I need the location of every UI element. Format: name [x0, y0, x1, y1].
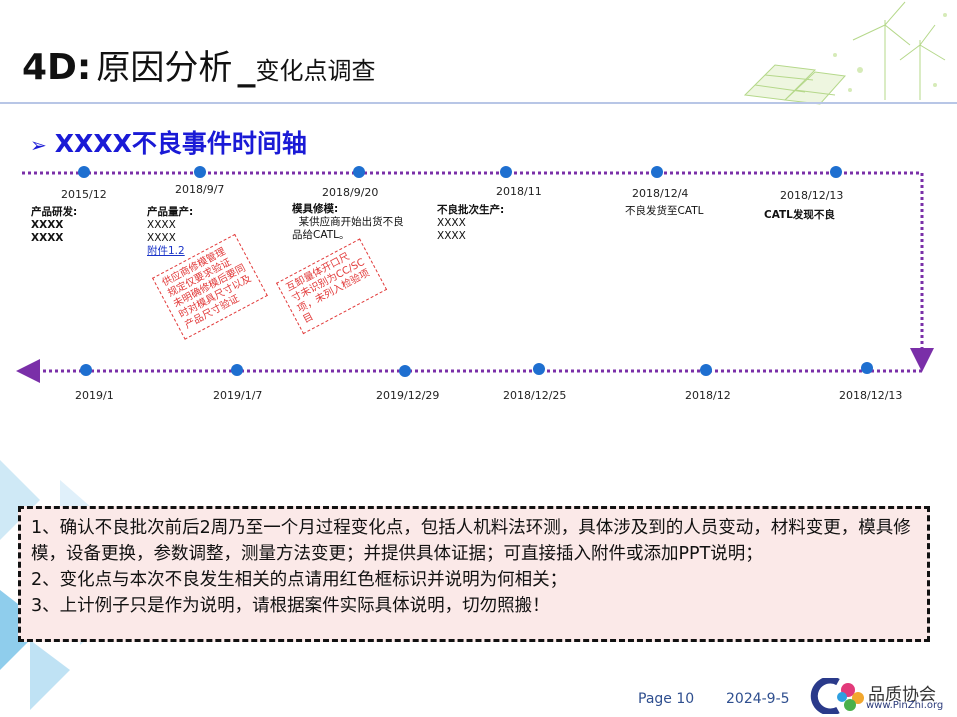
- timeline-dot: [533, 363, 545, 375]
- timeline-date: 2018/9/7: [175, 183, 225, 196]
- event-line: XXXX: [147, 219, 176, 231]
- event-line: XXXX: [437, 230, 466, 242]
- event-line: XXXX: [147, 232, 176, 244]
- timeline-event: CATL发现不良: [764, 209, 835, 222]
- logo-icon: [810, 678, 864, 714]
- footer-date: 2024-9-5: [726, 691, 790, 707]
- timeline-event: 产品量产: XXXX XXXX 附件1.2: [147, 206, 193, 258]
- event-line: 品给CATL。: [292, 229, 350, 241]
- timeline-dot: [78, 166, 90, 178]
- title-prefix: 4D:: [22, 47, 92, 88]
- timeline-event: 不良发货至CATL: [625, 205, 703, 218]
- event-heading: 不良批次生产:: [437, 204, 505, 216]
- note-item: 2、变化点与本次不良发生相关的点请用红色框标识并说明为何相关；: [31, 570, 568, 590]
- timeline-dot: [231, 364, 243, 376]
- timeline-event: 产品研发: XXXX XXXX: [31, 206, 77, 245]
- event-heading: 产品研发:: [31, 206, 78, 218]
- page-title: 4D: 原因分析 _变化点调查: [22, 40, 376, 89]
- timeline-dot: [500, 166, 512, 178]
- timeline-dot: [194, 166, 206, 178]
- title-separator: _: [237, 47, 256, 88]
- timeline-dot: [80, 364, 92, 376]
- solar-wind-illustration: [743, 1, 947, 105]
- timeline-date: 2018/12: [685, 389, 731, 402]
- event-text: 不良发货至CATL: [625, 205, 704, 217]
- timeline-dot: [399, 365, 411, 377]
- timeline-date: 2018/9/20: [322, 186, 379, 199]
- title-sub: 变化点调查: [255, 57, 376, 85]
- logo-url: www.PinZhi.org: [866, 700, 944, 711]
- timeline-date: 2018/12/4: [632, 187, 689, 200]
- instruction-notes: 1、确认不良批次前后2周乃至一个月过程变化点，包括人机料法环测，具体涉及到的人员…: [18, 506, 930, 642]
- timeline-dot: [651, 166, 663, 178]
- attachment-link[interactable]: 附件1.2: [147, 245, 193, 258]
- event-heading: 模具修模:: [292, 203, 339, 215]
- timeline-date: 2018/12/25: [503, 389, 567, 402]
- timeline-date: 2019/12/29: [376, 389, 440, 402]
- timeline-date: 2015/12: [61, 188, 107, 201]
- timeline-event: 模具修模: 某供应商开始出货不良 品给CATL。: [292, 203, 404, 242]
- page-number: Page 10: [638, 691, 695, 707]
- event-line: XXXX: [31, 219, 64, 231]
- timeline-dot: [830, 166, 842, 178]
- note-item: 3、上计例子只是作为说明，请根据案件实际具体说明，切勿照搬！: [31, 596, 550, 616]
- section-heading: ➢ XXXX不良事件时间轴: [30, 124, 307, 160]
- timeline-date: 2018/12/13: [839, 389, 903, 402]
- title-main: 原因分析: [96, 48, 233, 88]
- timeline-date: 2018/11: [496, 185, 542, 198]
- event-line: XXXX: [31, 232, 64, 244]
- timeline-date: 2018/12/13: [780, 189, 844, 202]
- section-heading-text: XXXX不良事件时间轴: [54, 129, 307, 158]
- note-item: 1、确认不良批次前后2周乃至一个月过程变化点，包括人机料法环测，具体涉及到的人员…: [31, 518, 911, 564]
- event-line: 某供应商开始出货不良: [292, 216, 404, 228]
- timeline-dot: [700, 364, 712, 376]
- timeline-date: 2019/1: [75, 389, 114, 402]
- title-divider: [0, 102, 957, 104]
- timeline-date: 2019/1/7: [213, 389, 263, 402]
- timeline-dot: [861, 362, 873, 374]
- timeline-event: 不良批次生产: XXXX XXXX: [437, 204, 504, 243]
- event-heading: CATL发现不良: [764, 209, 835, 221]
- event-line: XXXX: [437, 217, 466, 229]
- arrow-bullet-icon: ➢: [30, 133, 47, 157]
- timeline-dot: [353, 166, 365, 178]
- event-heading: 产品量产:: [147, 206, 194, 218]
